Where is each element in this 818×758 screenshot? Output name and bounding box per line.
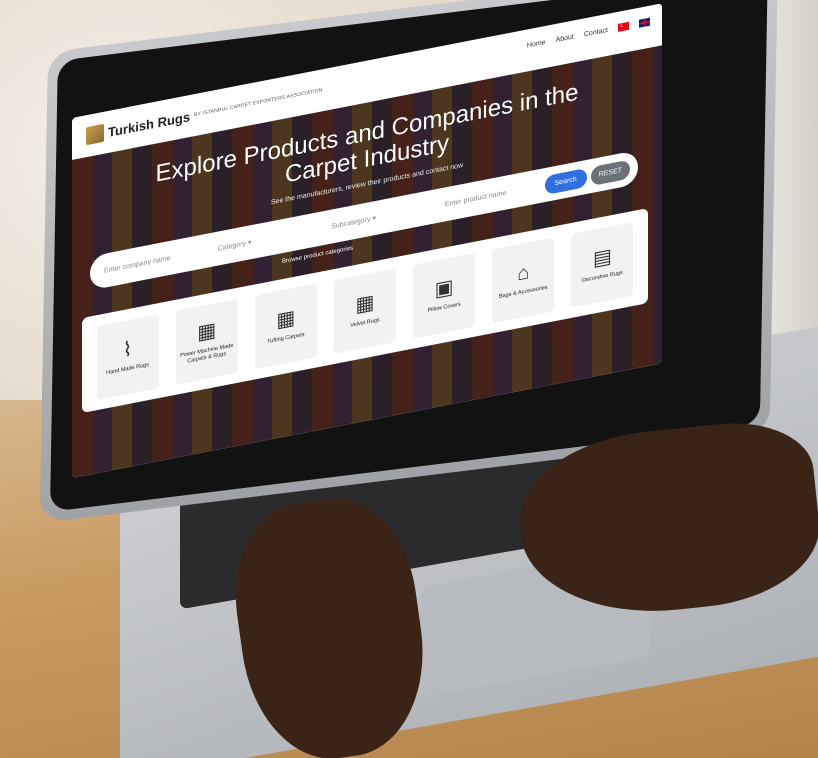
rug-icon: ▦ bbox=[276, 306, 296, 333]
decorative-rug-icon: ▤ bbox=[592, 245, 612, 271]
logo-mark-icon bbox=[86, 123, 104, 146]
nav-home[interactable]: Home bbox=[527, 38, 546, 49]
category-label: Tufting Carpets bbox=[267, 331, 305, 346]
category-card[interactable]: ⌇ Hand Made Rugs bbox=[96, 313, 159, 400]
nav-contact[interactable]: Contact bbox=[584, 26, 608, 38]
category-card[interactable]: ▤ Decorative Rugs bbox=[571, 221, 634, 308]
category-card[interactable]: ▦ Velvet Rugs bbox=[333, 267, 396, 354]
subcategory-select-label: Subcategory bbox=[331, 215, 371, 231]
category-select-label: Category bbox=[217, 240, 247, 253]
reset-button[interactable]: RESET bbox=[590, 159, 631, 186]
category-label: Bags & Accessories bbox=[498, 284, 548, 301]
search-button[interactable]: Search bbox=[544, 167, 587, 195]
company-name-input[interactable]: Enter company name bbox=[90, 248, 204, 277]
category-select[interactable]: Category ▾ bbox=[204, 225, 318, 255]
category-card[interactable]: ⌂ Bags & Accessories bbox=[492, 236, 555, 323]
rug-icon: ▦ bbox=[197, 318, 217, 345]
rug-icon: ▦ bbox=[355, 291, 375, 317]
category-card[interactable]: ▦ Tufting Carpets bbox=[254, 282, 317, 369]
subcategory-select[interactable]: Subcategory ▾ bbox=[317, 203, 431, 233]
category-card[interactable]: ▣ Pillow Covers bbox=[413, 252, 476, 339]
category-label: Pillow Covers bbox=[427, 301, 461, 314]
pillow-icon: ▣ bbox=[434, 275, 454, 302]
brand-subtitle: BY ISTANBUL CARPET EXPORTERS ASSOCIATION bbox=[194, 87, 323, 119]
category-card[interactable]: ▦ Power Machine Made Carpets & Rugs bbox=[175, 298, 238, 385]
brand-name: Turkish Rugs bbox=[108, 108, 191, 140]
rolled-rug-icon: ⌇ bbox=[122, 338, 133, 363]
nav-about[interactable]: About bbox=[556, 33, 574, 44]
bag-icon: ⌂ bbox=[517, 261, 530, 286]
category-label: Power Machine Made Carpets & Rugs bbox=[180, 342, 234, 365]
category-label: Decorative Rugs bbox=[582, 269, 623, 284]
photo-scene: Turkish Rugs BY ISTANBUL CARPET EXPORTER… bbox=[0, 0, 818, 758]
category-label: Hand Made Rugs bbox=[106, 362, 149, 377]
product-name-input[interactable]: Enter product name bbox=[431, 182, 545, 211]
turkish-flag-icon[interactable] bbox=[618, 21, 629, 32]
category-list: ⌇ Hand Made Rugs ▦ Power Machine Made Ca… bbox=[82, 208, 648, 414]
category-label: Velvet Rugs bbox=[350, 317, 380, 329]
uk-flag-icon[interactable] bbox=[639, 17, 650, 28]
